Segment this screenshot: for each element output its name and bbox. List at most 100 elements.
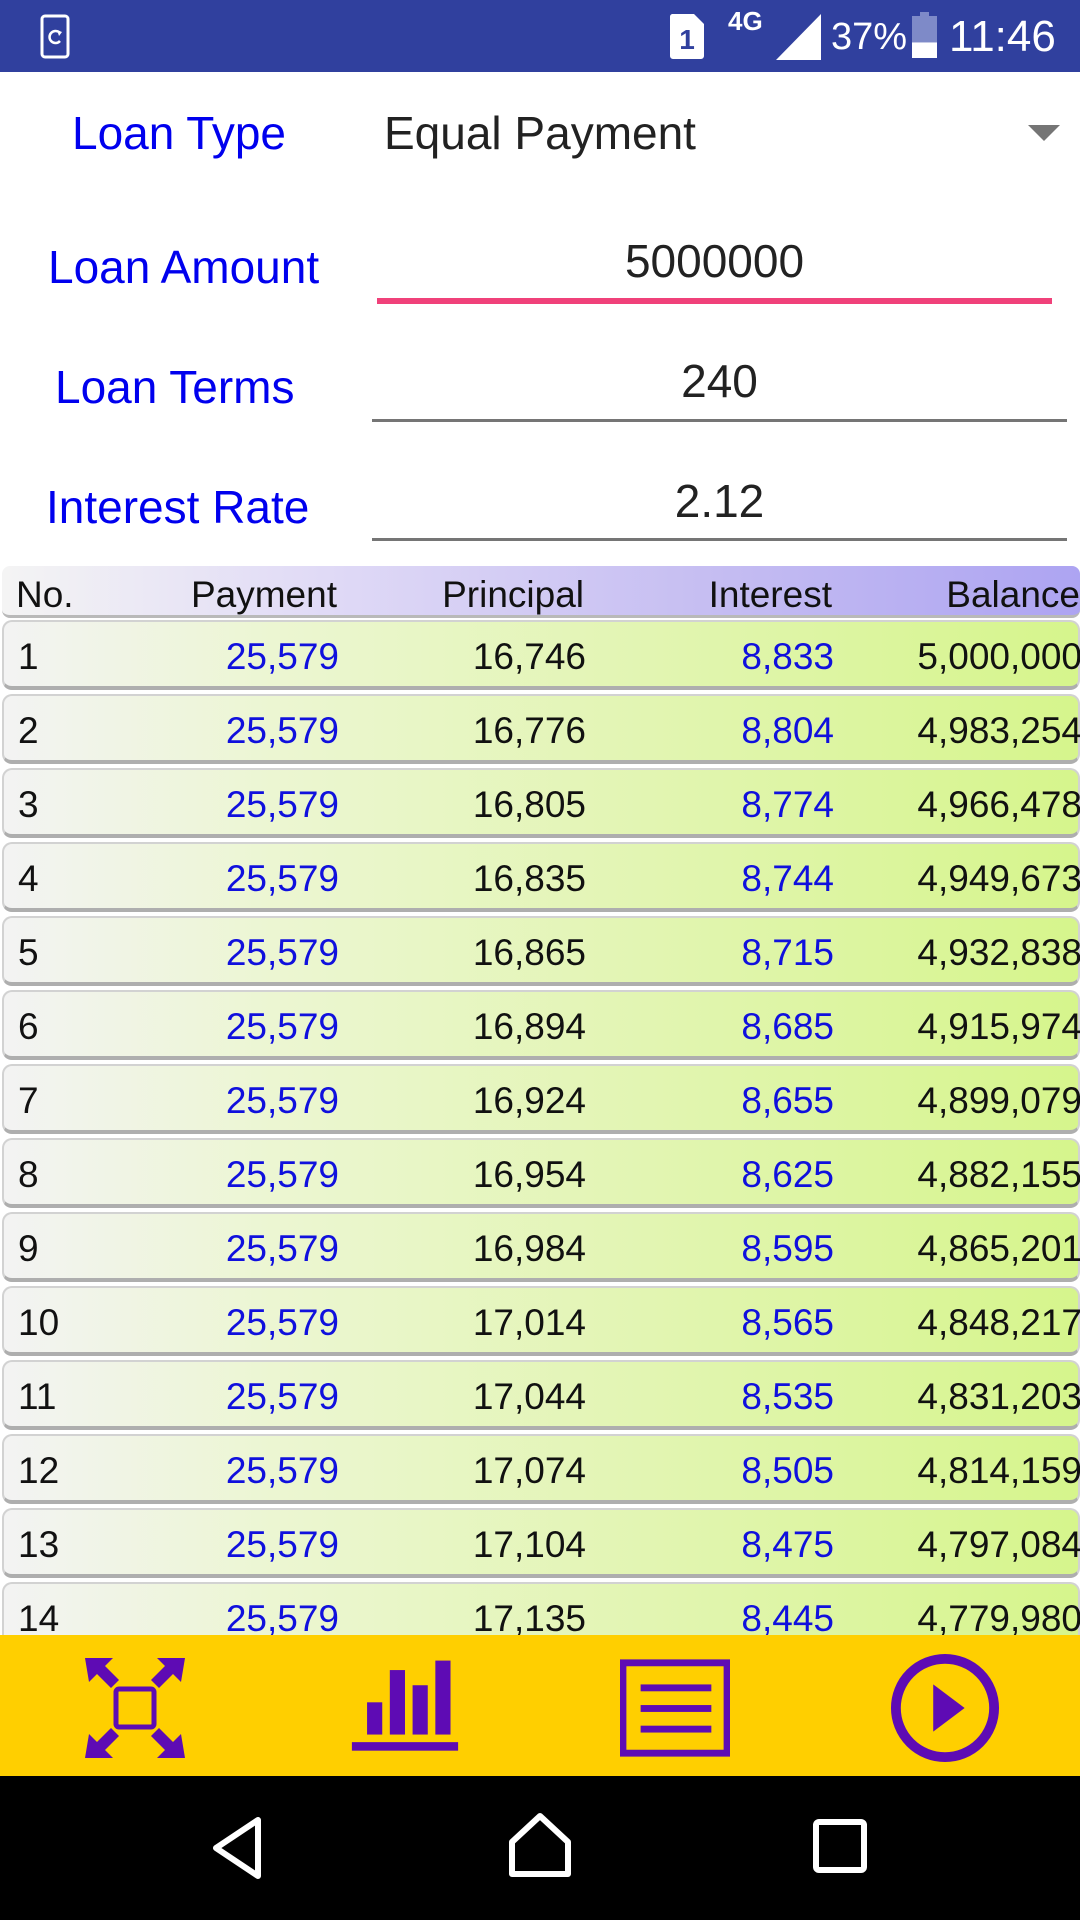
cell-principal: 17,135 [472, 1598, 586, 1635]
table-row[interactable]: 12 25,579 17,074 8,505 4,814,159 [2, 1434, 1080, 1504]
cell-payment: 25,579 [225, 1302, 339, 1343]
network-type: 4G [728, 6, 763, 36]
cell-interest: 8,565 [741, 1302, 834, 1343]
amortization-table[interactable]: No. Payment Principal Interest Balance 1… [0, 566, 1080, 1635]
cell-no: 14 [18, 1598, 60, 1635]
interest-rate-field[interactable] [372, 474, 1067, 528]
table-row[interactable]: 13 25,579 17,104 8,475 4,797,084 [2, 1508, 1080, 1578]
cell-principal: 16,954 [472, 1154, 586, 1195]
cell-balance: 4,814,159 [917, 1450, 1080, 1491]
play-icon [890, 1653, 1000, 1763]
cell-no: 9 [18, 1228, 39, 1269]
interest-rate-underline [372, 538, 1067, 541]
table-row[interactable]: 2 25,579 16,776 8,804 4,983,254 [2, 694, 1080, 764]
cell-principal: 16,984 [472, 1228, 586, 1269]
back-icon [213, 1817, 261, 1879]
recents-button[interactable] [800, 1806, 880, 1886]
loan-amount-field[interactable] [377, 234, 1052, 288]
home-icon [509, 1813, 571, 1877]
header-interest: Interest [708, 574, 832, 615]
cell-balance: 4,831,203 [917, 1376, 1080, 1417]
loan-terms-underline [372, 419, 1067, 422]
loan-terms-field[interactable] [372, 354, 1067, 408]
cell-payment: 25,579 [225, 784, 339, 825]
cell-payment: 25,579 [225, 1598, 339, 1635]
cell-interest: 8,505 [741, 1450, 834, 1491]
cell-principal: 16,865 [472, 932, 586, 973]
loan-type-label: Loan Type [72, 107, 287, 159]
header-balance: Balance [946, 574, 1080, 615]
loan-terms-input[interactable] [372, 354, 1067, 408]
cell-principal: 16,924 [472, 1080, 586, 1121]
cell-payment: 25,579 [225, 1450, 339, 1491]
fullscreen-button[interactable] [80, 1653, 190, 1763]
cell-no: 7 [18, 1080, 39, 1121]
back-button[interactable] [200, 1806, 280, 1886]
loan-type-value: Equal Payment [384, 107, 696, 159]
loan-amount-underline [377, 298, 1052, 304]
table-row[interactable]: 8 25,579 16,954 8,625 4,882,155 [2, 1138, 1080, 1208]
table-row[interactable]: 10 25,579 17,014 8,565 4,848,217 [2, 1286, 1080, 1356]
cell-balance: 4,882,155 [917, 1154, 1080, 1195]
status-bar: 1 4G 37% 11:46 [0, 0, 1080, 72]
cell-principal: 16,835 [472, 858, 586, 899]
table-row[interactable]: 3 25,579 16,805 8,774 4,966,478 [2, 768, 1080, 838]
recents-icon [813, 1819, 867, 1873]
cell-no: 5 [18, 932, 39, 973]
system-nav-bar [0, 1776, 1080, 1920]
table-row[interactable]: 6 25,579 16,894 8,685 4,915,974 [2, 990, 1080, 1060]
schedule-list-button[interactable] [620, 1653, 730, 1763]
loan-amount-label: Loan Amount [48, 241, 320, 293]
table-row[interactable]: 7 25,579 16,924 8,655 4,899,079 [2, 1064, 1080, 1134]
table-row[interactable]: 1 25,579 16,746 8,833 5,000,000 [2, 620, 1080, 690]
cell-no: 3 [18, 784, 39, 825]
table-row[interactable]: 14 25,579 17,135 8,445 4,779,980 [2, 1582, 1080, 1635]
cell-balance: 4,899,079 [917, 1080, 1080, 1121]
loan-type-select[interactable]: Equal Payment [370, 90, 1070, 180]
cell-interest: 8,804 [741, 710, 834, 751]
cell-balance: 5,000,000 [917, 636, 1080, 677]
table-row[interactable]: 11 25,579 17,044 8,535 4,831,203 [2, 1360, 1080, 1430]
cell-principal: 17,044 [472, 1376, 586, 1417]
cell-payment: 25,579 [225, 1228, 339, 1269]
dropdown-arrow-icon [1028, 125, 1060, 141]
interest-rate-label: Interest Rate [46, 481, 310, 533]
cell-balance: 4,848,217 [917, 1302, 1080, 1343]
loan-amount-input[interactable] [377, 234, 1052, 288]
signal-strength-icon [776, 14, 821, 60]
cell-balance: 4,797,084 [917, 1524, 1080, 1565]
calculate-button[interactable] [890, 1653, 1000, 1763]
cell-balance: 4,865,201 [917, 1228, 1080, 1269]
bottom-toolbar [0, 1635, 1080, 1776]
cell-payment: 25,579 [225, 932, 339, 973]
interest-rate-input[interactable] [372, 474, 1067, 528]
home-button[interactable] [500, 1806, 580, 1886]
loan-terms-label: Loan Terms [55, 361, 295, 413]
cell-balance: 4,983,254 [917, 710, 1080, 751]
battery-icon [912, 12, 937, 58]
cell-no: 6 [18, 1006, 39, 1047]
cell-no: 4 [18, 858, 39, 899]
cell-interest: 8,655 [741, 1080, 834, 1121]
fullscreen-icon [85, 1658, 185, 1758]
cell-payment: 25,579 [225, 1080, 339, 1121]
table-row[interactable]: 9 25,579 16,984 8,595 4,865,201 [2, 1212, 1080, 1282]
cell-interest: 8,833 [741, 636, 834, 677]
cell-no: 8 [18, 1154, 39, 1195]
cell-no: 2 [18, 710, 39, 751]
screen-rotation-icon [40, 14, 70, 59]
chart-button[interactable] [350, 1653, 460, 1763]
cell-interest: 8,715 [741, 932, 834, 973]
cell-principal: 16,746 [472, 636, 586, 677]
cell-balance: 4,949,673 [917, 858, 1080, 899]
sim-card-icon: 1 [669, 14, 704, 59]
cell-payment: 25,579 [225, 1006, 339, 1047]
cell-interest: 8,625 [741, 1154, 834, 1195]
table-row[interactable]: 4 25,579 16,835 8,744 4,949,673 [2, 842, 1080, 912]
cell-interest: 8,774 [741, 784, 834, 825]
cell-payment: 25,579 [225, 1154, 339, 1195]
cell-interest: 8,744 [741, 858, 834, 899]
header-principal: Principal [442, 574, 584, 615]
table-header: No. Payment Principal Interest Balance [2, 566, 1080, 618]
table-row[interactable]: 5 25,579 16,865 8,715 4,932,838 [2, 916, 1080, 986]
